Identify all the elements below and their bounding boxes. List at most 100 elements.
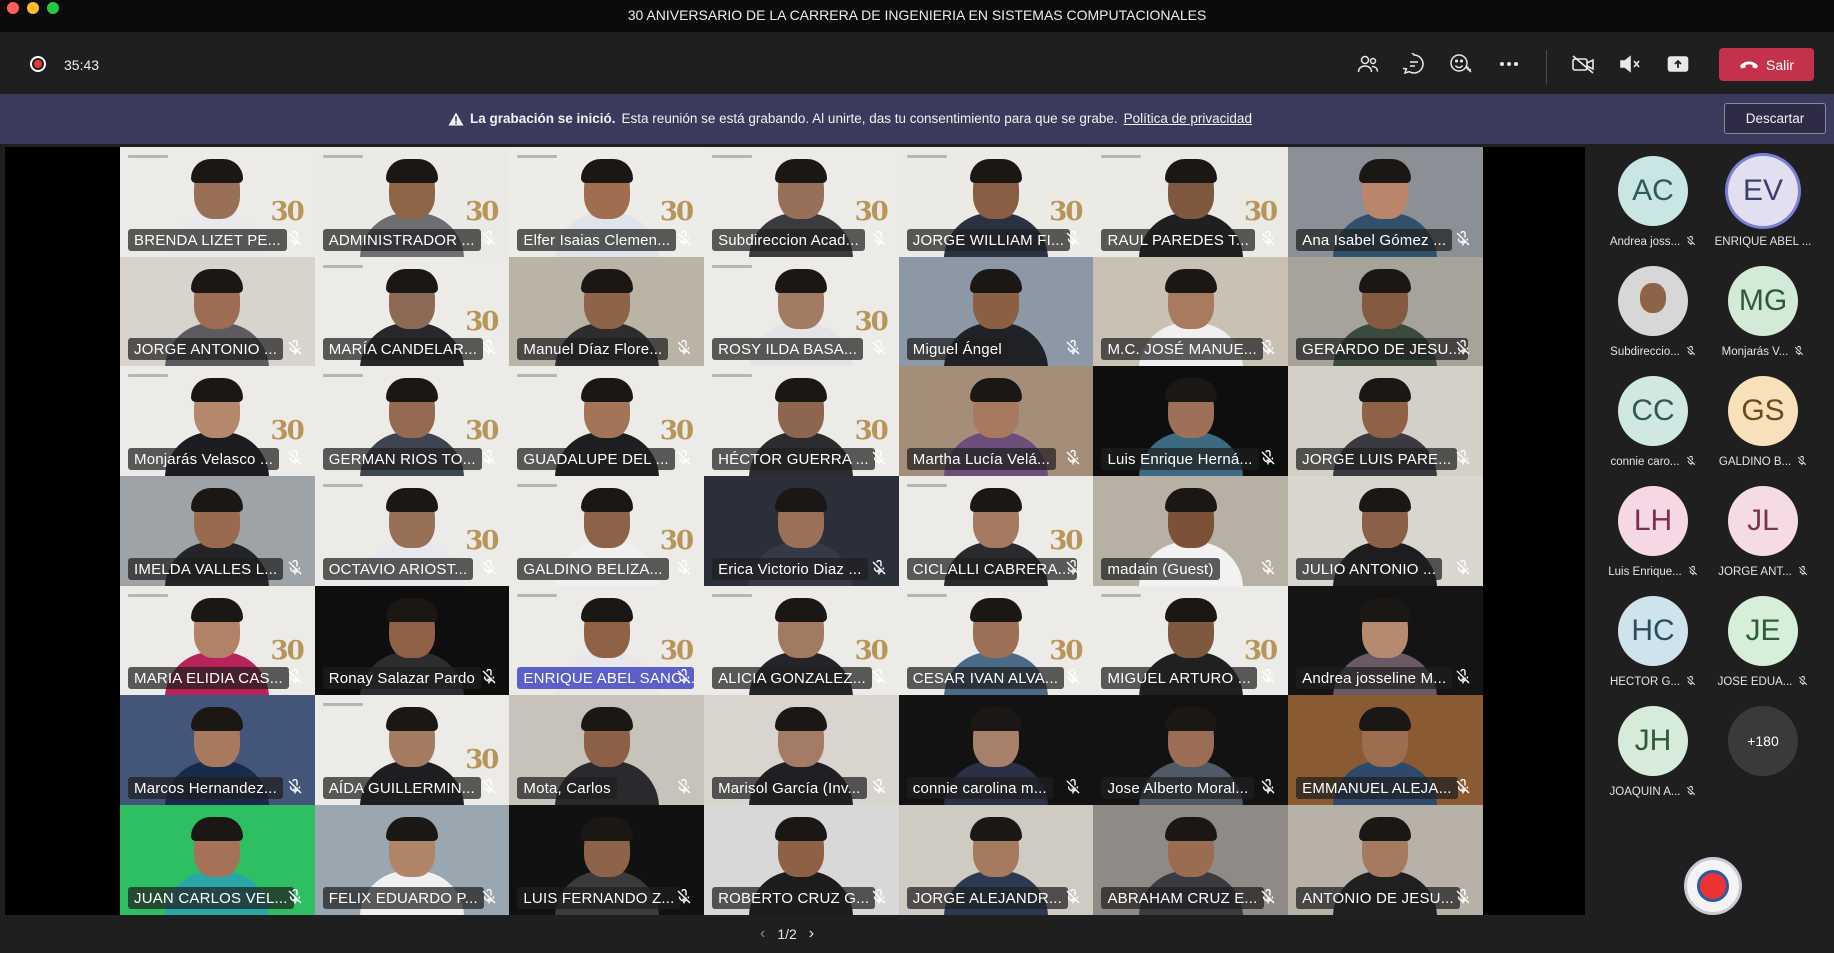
anniversary-logo: 30	[659, 635, 694, 666]
participant-video-tile[interactable]: EMMANUEL ALEJA...	[1288, 695, 1483, 806]
participant-avatar-tile[interactable]: JH JOAQUIN A...	[1598, 706, 1708, 799]
mic-toggle-button[interactable]	[1613, 48, 1647, 80]
participant-video-tile[interactable]: 30 BRENDA LIZET PE...	[120, 147, 315, 257]
participant-video-tile[interactable]: Miguel Ángel	[898, 256, 1094, 367]
participant-video-tile[interactable]: 30 GALDINO BELIZA...	[509, 476, 705, 586]
participant-avatar-tile[interactable]: LH Luis Enrique...	[1598, 486, 1708, 579]
participant-video-tile[interactable]: 30 ADMINISTRADOR ...	[314, 147, 510, 257]
participant-name-label: MARIA ELIDIA CAS...	[128, 667, 289, 690]
participant-avatar-tile[interactable]: EV ENRIQUE ABEL ...	[1708, 156, 1818, 248]
participant-avatar-tile[interactable]: JE JOSE EDUA...	[1708, 596, 1818, 689]
next-page-icon[interactable]: ›	[809, 925, 814, 943]
participant-video-tile[interactable]: Erica Victorio Diaz ...	[704, 476, 899, 586]
camera-toggle-button[interactable]	[1566, 48, 1600, 80]
participant-video-tile[interactable]: madain (Guest)	[1093, 476, 1289, 586]
participant-video-tile[interactable]: 30 Elfer Isaias Clemen...	[509, 147, 705, 257]
participant-video-tile[interactable]: Marisol García (Inv...	[704, 695, 899, 806]
participant-hair	[1359, 817, 1412, 842]
more-options-button[interactable]	[1492, 48, 1526, 80]
participant-video-tile[interactable]: 30 GUADALUPE DEL ...	[509, 366, 705, 477]
mic-off-icon	[871, 230, 887, 247]
participant-video-tile[interactable]: JORGE ANTONIO ...	[120, 256, 315, 367]
previous-page-icon[interactable]: ‹	[760, 925, 765, 943]
participant-video-tile[interactable]: Martha Lucía Velá...	[898, 366, 1094, 477]
participant-video-tile[interactable]: 30 ROSY ILDA BASA...	[704, 256, 899, 367]
participant-avatar-tile[interactable]: MG Monjarás V...	[1708, 266, 1818, 359]
participant-video-tile[interactable]: 30 JORGE WILLIAM FI...	[898, 147, 1094, 257]
participant-video-tile[interactable]: 30 RAUL PAREDES T...	[1093, 147, 1289, 257]
leave-button[interactable]: Salir	[1719, 48, 1814, 81]
participant-video-tile[interactable]: LUIS FERNANDO Z...	[509, 805, 705, 915]
participant-video-tile[interactable]: JULIO ANTONIO ...	[1288, 476, 1483, 586]
participant-video-tile[interactable]: Mota, Carlos	[509, 695, 705, 806]
participant-hair	[970, 159, 1023, 183]
share-screen-button[interactable]	[1661, 48, 1695, 80]
mic-off-icon	[1686, 786, 1696, 799]
share-icon	[1667, 56, 1689, 72]
participant-hair	[386, 159, 439, 183]
participant-hair	[580, 817, 633, 842]
mic-off-icon	[481, 888, 497, 905]
participant-avatar-tile[interactable]: Subdireccio...	[1598, 266, 1708, 359]
more-participants-button[interactable]: +180	[1708, 706, 1818, 776]
participant-video-tile[interactable]: Marcos Hernandez...	[120, 695, 315, 806]
mic-off-icon	[676, 669, 692, 685]
participant-hair	[191, 488, 244, 513]
participant-video-tile[interactable]: 30 MARÍA CANDELAR...	[314, 256, 510, 367]
avatar-name-label: JOSE EDUA...	[1708, 676, 1818, 689]
participant-avatar-tile[interactable]: CC connie caro...	[1598, 376, 1708, 469]
participant-video-tile[interactable]: Ronay Salazar Pardo	[314, 585, 510, 696]
participant-video-tile[interactable]: 30 MARIA ELIDIA CAS...	[120, 585, 315, 696]
participant-avatar-tile[interactable]: HC HÉCTOR G...	[1598, 596, 1708, 689]
avatar-name: Subdireccio...	[1610, 346, 1680, 358]
avatar-name-label: Luis Enrique...	[1598, 566, 1708, 579]
participant-video-tile[interactable]: 30 OCTAVIO ARIOST...	[314, 476, 510, 586]
participant-video-tile[interactable]: Andrea josseline M...	[1288, 585, 1483, 696]
participant-video-tile[interactable]: ABRAHAM CRUZ E...	[1093, 805, 1289, 915]
reactions-button[interactable]	[1444, 48, 1478, 80]
participant-hair	[970, 817, 1023, 842]
participant-video-tile[interactable]: Ana Isabel Gómez ...	[1288, 147, 1483, 257]
participant-video-tile[interactable]: 30 CICLALLI CABRERA...	[898, 476, 1094, 586]
participant-video-tile[interactable]: Luis Enrique Herná...	[1093, 366, 1289, 477]
participant-video-tile[interactable]: 30 MIGUEL ARTURO ...	[1093, 585, 1289, 696]
participant-hair	[1359, 488, 1412, 513]
participant-video-tile[interactable]: Jose Alberto Moral...	[1093, 695, 1289, 806]
participants-button[interactable]	[1351, 48, 1385, 80]
avatar-name: HÉCTOR G...	[1609, 676, 1681, 688]
participant-avatar-tile[interactable]: JL JORGE ANT...	[1708, 486, 1818, 579]
participant-avatar-tile[interactable]: GS GALDINO B...	[1708, 376, 1818, 469]
participant-video-tile[interactable]: 30 ALICIA GONZALEZ...	[704, 585, 899, 696]
participant-hair	[386, 488, 439, 513]
chat-button[interactable]	[1397, 48, 1431, 80]
dismiss-banner-button[interactable]: Descartar	[1724, 103, 1826, 134]
participant-video-tile[interactable]: JORGE LUIS PARE...	[1288, 366, 1483, 477]
participant-video-tile[interactable]: GERARDO DE JESU...	[1288, 256, 1483, 367]
participant-video-tile[interactable]: 30 AÍDA GUILLERMIN...	[314, 695, 510, 806]
mic-off-icon	[1065, 340, 1081, 356]
participant-video-tile[interactable]: ROBERTO CRUZ G...	[704, 805, 899, 915]
mic-off-icon	[481, 559, 497, 576]
participant-video-tile[interactable]: 30 Subdireccion Acad...	[704, 147, 899, 257]
participant-name-label: RAUL PAREDES T...	[1101, 228, 1255, 251]
privacy-policy-link[interactable]: Política de privacidad	[1124, 111, 1252, 126]
participant-video-tile[interactable]: JORGE ALEJANDR...	[898, 805, 1094, 915]
participant-avatar-tile[interactable]: AC Andrea joss...	[1598, 156, 1708, 249]
participant-video-tile[interactable]: 30 Monjarás Velasco ...	[120, 366, 315, 477]
participant-hair	[775, 707, 828, 732]
participant-video-tile[interactable]: 30 ENRIQUE ABEL SANC...	[509, 585, 705, 696]
participant-video-tile[interactable]: M.C. JOSÉ MANUE...	[1093, 256, 1289, 367]
participant-video-tile[interactable]: FELIX EDUARDO P...	[314, 805, 510, 915]
institution-header-strip	[322, 264, 363, 268]
participant-video-tile[interactable]: IMELDA VALLES L...	[120, 476, 315, 586]
avatar: GS	[1728, 376, 1798, 446]
participant-video-tile[interactable]: 30 GERMAN RIOS TO...	[314, 366, 510, 477]
participant-hair	[191, 817, 244, 842]
participant-video-tile[interactable]: 30 CESAR IVAN ALVA...	[898, 585, 1094, 696]
participant-video-tile[interactable]: ANTONIO DE JESU...	[1288, 805, 1483, 915]
participant-video-tile[interactable]: JUAN CARLOS VEL...	[120, 805, 315, 915]
participant-video-tile[interactable]: 30 HÉCTOR GUERRA ...	[704, 366, 899, 477]
avatar: LH	[1618, 486, 1688, 556]
participant-video-tile[interactable]: Manuel Díaz Flore...	[509, 256, 705, 367]
participant-video-tile[interactable]: connie carolina m...	[898, 695, 1094, 806]
